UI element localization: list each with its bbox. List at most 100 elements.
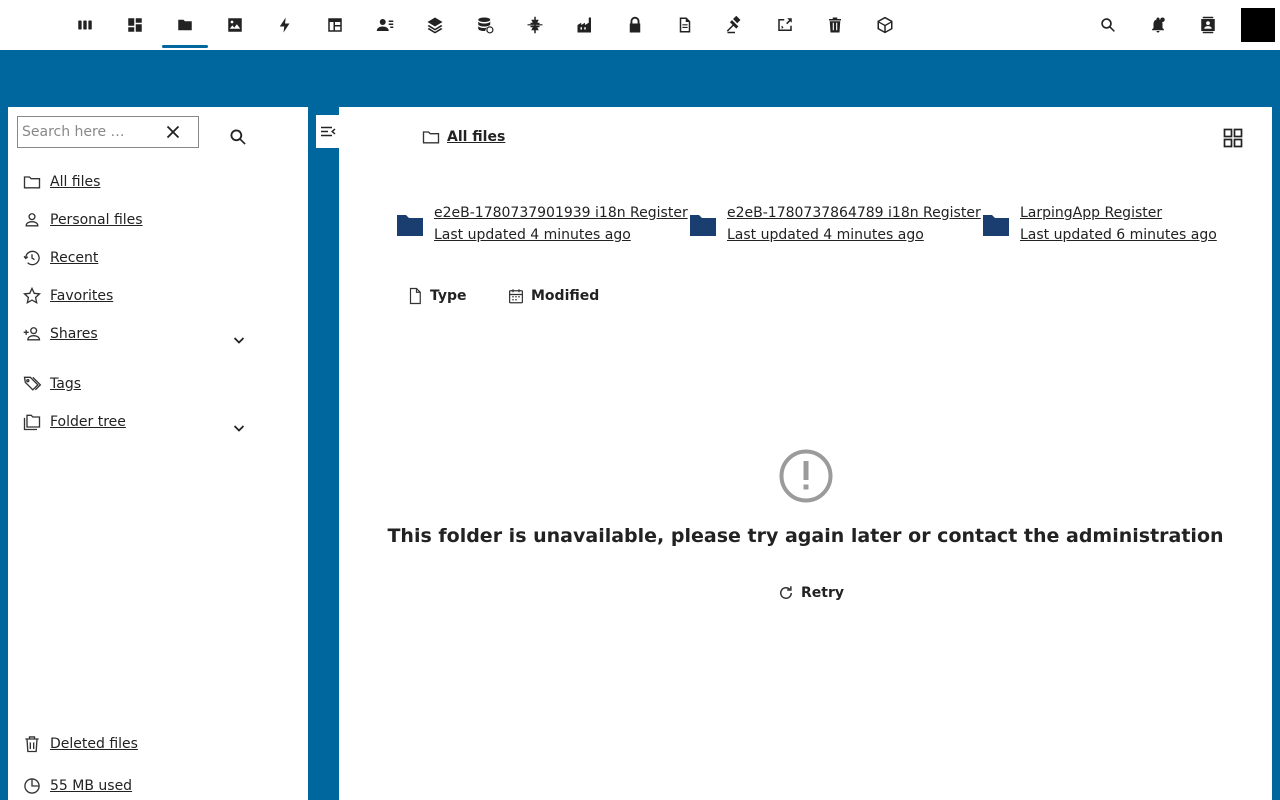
sidebar-item-label: Favorites — [50, 288, 114, 304]
pie-chart-icon — [24, 778, 40, 794]
sidebar-search — [17, 116, 199, 148]
folder-text: LarpingApp Register Last updated 6 minut… — [1020, 202, 1217, 246]
breadcrumb[interactable]: All files — [421, 127, 505, 147]
database-sync-icon — [478, 17, 494, 34]
folder-name[interactable]: e2eB-1780737864789 i18n Register — [727, 202, 981, 224]
sidebar-item-personal-files[interactable]: Personal files — [22, 208, 143, 232]
bolt-icon — [279, 17, 290, 33]
folder-icon — [690, 215, 716, 236]
sort-type-button[interactable]: Type — [406, 287, 467, 305]
file-icon — [409, 287, 421, 305]
search-input[interactable] — [18, 117, 158, 147]
files-sidebar: All files Personal files Recent Favorite… — [8, 107, 308, 800]
sidebar-item-all-files[interactable]: All files — [22, 170, 100, 194]
sidebar-item-quota[interactable]: 55 MB used — [22, 774, 132, 798]
folder-card[interactable]: e2eB-1780737901939 i18n Register Last up… — [396, 202, 688, 246]
app-icon-cube[interactable] — [860, 0, 910, 50]
folder-outline-icon — [23, 176, 41, 189]
folder-outline-icon — [422, 131, 440, 144]
image-icon — [228, 18, 242, 32]
sidebar-item-recent[interactable]: Recent — [22, 246, 98, 270]
unified-search-button[interactable] — [1083, 0, 1133, 50]
calendar-icon — [509, 289, 523, 304]
menu-collapse-icon — [321, 126, 336, 136]
folder-text: e2eB-1780737864789 i18n Register Last up… — [727, 202, 981, 246]
app-icon-dashboard[interactable] — [110, 0, 160, 50]
app-icon-database[interactable] — [460, 0, 510, 50]
folder-card[interactable]: LarpingApp Register Last updated 6 minut… — [982, 202, 1217, 246]
sidebar-item-label: Recent — [50, 250, 99, 266]
app-icon-passwords[interactable] — [610, 0, 660, 50]
plugin-icon — [527, 16, 543, 34]
retry-button[interactable]: Retry — [777, 584, 844, 602]
folder-icon — [983, 215, 1009, 236]
trash-icon — [829, 17, 841, 33]
folder-card[interactable]: e2eB-1780737864789 i18n Register Last up… — [689, 202, 981, 246]
breadcrumb-label: All files — [447, 129, 506, 145]
sidebar-item-favorites[interactable]: Favorites — [22, 284, 113, 308]
layers-icon — [427, 17, 443, 34]
columns-icon — [78, 20, 92, 30]
sidebar-item-label: Deleted files — [50, 736, 138, 752]
app-icon-trash[interactable] — [810, 0, 860, 50]
grid-view-icon[interactable] — [1223, 128, 1243, 148]
folder-updated: Last updated 4 minutes ago — [434, 227, 631, 243]
factory-icon — [577, 17, 591, 33]
account-icon — [25, 213, 39, 227]
top-bar — [0, 0, 1280, 50]
contacts-menu-button[interactable] — [1183, 0, 1233, 50]
sidebar-toggle-button[interactable] — [316, 115, 340, 148]
chevron-down-icon[interactable] — [232, 421, 246, 435]
close-icon[interactable] — [166, 125, 180, 139]
user-avatar[interactable] — [1241, 8, 1275, 42]
files-main: All files e2eB-1780737901939 i18n Regist… — [339, 107, 1272, 800]
app-icon-columns[interactable] — [60, 0, 110, 50]
sidebar-item-label: 55 MB used — [50, 778, 133, 794]
share-user-icon — [23, 327, 41, 341]
bell-icon — [1152, 17, 1165, 33]
cube-icon — [877, 16, 893, 34]
refresh-icon — [780, 586, 792, 599]
app-icon-legal[interactable] — [710, 0, 760, 50]
app-icon-tables[interactable] — [310, 0, 360, 50]
folder-name[interactable]: e2eB-1780737901939 i18n Register — [434, 202, 688, 224]
sidebar-item-label: Personal files — [50, 212, 143, 228]
app-icon-documents[interactable] — [660, 0, 710, 50]
sort-modified-label: Modified — [531, 288, 600, 304]
sidebar-item-label: Shares — [50, 326, 98, 342]
chevron-down-icon[interactable] — [232, 333, 246, 347]
contacts-icon — [376, 19, 394, 31]
sidebar-item-deleted-files[interactable]: Deleted files — [22, 732, 138, 756]
sort-modified-button[interactable]: Modified — [507, 287, 599, 305]
app-icon-integrations[interactable] — [510, 0, 560, 50]
app-icon-factory[interactable] — [560, 0, 610, 50]
app-icon-code[interactable] — [760, 0, 810, 50]
app-icon-contacts[interactable] — [360, 0, 410, 50]
alert-circle-icon — [779, 449, 833, 503]
sidebar-item-label: Folder tree — [50, 414, 126, 430]
trash-icon — [25, 736, 39, 753]
notifications-button[interactable] — [1133, 0, 1183, 50]
folder-tree-icon — [23, 414, 41, 431]
document-icon — [679, 17, 691, 33]
folder-text: e2eB-1780737901939 i18n Register Last up… — [434, 202, 688, 246]
folder-updated: Last updated 4 minutes ago — [727, 227, 924, 243]
sidebar-item-label: All files — [50, 174, 101, 190]
app-icon-photos[interactable] — [210, 0, 260, 50]
code-icon — [778, 18, 792, 31]
contact-card-icon — [1201, 16, 1215, 34]
sidebar-item-tags[interactable]: Tags — [22, 372, 81, 396]
sidebar-item-folder-tree[interactable]: Folder tree — [22, 410, 126, 434]
folder-name[interactable]: LarpingApp Register — [1020, 202, 1217, 224]
folder-icon — [397, 215, 423, 236]
gavel-icon — [726, 16, 741, 34]
search-icon — [1101, 18, 1115, 32]
tag-icon — [23, 376, 42, 391]
app-icon-activity[interactable] — [260, 0, 310, 50]
app-icon-files[interactable] — [160, 0, 210, 50]
app-icon-layers[interactable] — [410, 0, 460, 50]
sidebar-item-shares[interactable]: Shares — [22, 322, 98, 346]
search-icon[interactable] — [228, 127, 248, 147]
folder-updated: Last updated 6 minutes ago — [1020, 227, 1217, 243]
dashboard-icon — [128, 18, 142, 32]
